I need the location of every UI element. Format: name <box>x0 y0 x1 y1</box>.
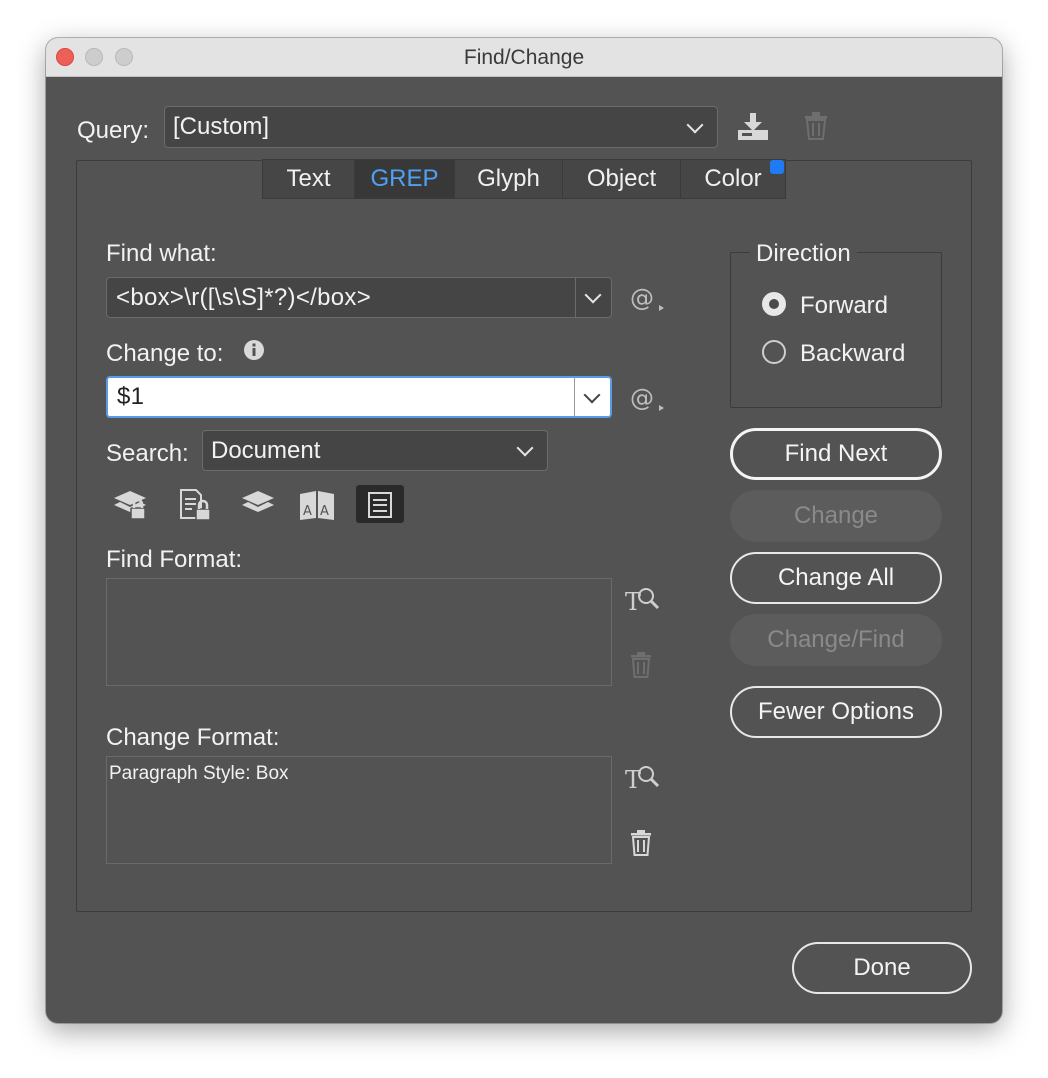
change-all-button[interactable]: Change All <box>730 552 942 604</box>
change-format-content: Paragraph Style: Box <box>109 763 289 784</box>
tab-grep[interactable]: GREP <box>354 159 455 199</box>
change-to-field[interactable]: $1 <box>106 376 612 418</box>
special-characters-icon[interactable]: @ <box>630 384 666 414</box>
direction-backward-radio[interactable] <box>762 340 786 364</box>
include-locked-stories-icon[interactable] <box>178 488 214 522</box>
divider <box>575 278 576 317</box>
change-format-label: Change Format: <box>106 724 280 751</box>
info-icon[interactable] <box>243 339 265 361</box>
svg-text:A: A <box>320 504 329 519</box>
fewer-options-button[interactable]: Fewer Options <box>730 686 942 738</box>
done-button[interactable]: Done <box>792 942 972 994</box>
direction-label: Direction <box>750 240 857 268</box>
include-footnotes-icon <box>368 492 392 518</box>
change-format-box[interactable]: Paragraph Style: Box <box>106 756 612 864</box>
change-button[interactable]: Change <box>730 490 942 542</box>
notification-badge <box>770 160 784 174</box>
tab-object[interactable]: Object <box>562 159 681 199</box>
change-find-button[interactable]: Change/Find <box>730 614 942 666</box>
tab-color-label: Color <box>704 165 762 192</box>
find-format-label: Find Format: <box>106 546 243 573</box>
tab-text-label: Text <box>286 165 331 192</box>
chevron-down-icon <box>686 116 704 134</box>
svg-text:A: A <box>303 504 312 519</box>
find-change-dialog: Find/Change Query: [Custom] Text GREP Gl… <box>46 38 1002 1023</box>
svg-text:@: @ <box>630 284 654 312</box>
tab-grep-label: GREP <box>370 165 439 192</box>
tab-glyph[interactable]: Glyph <box>454 159 563 199</box>
query-value: [Custom] <box>173 113 270 140</box>
tab-bar: Text GREP Glyph Object Color <box>262 159 786 201</box>
save-query-icon[interactable] <box>736 112 770 142</box>
change-to-label: Change to: <box>106 340 224 367</box>
search-label: Search: <box>106 440 189 467</box>
direction-forward-label[interactable]: Forward <box>800 292 888 320</box>
specify-find-format-icon[interactable]: T <box>624 584 660 616</box>
chevron-down-icon[interactable] <box>584 286 602 304</box>
include-footnotes-toggle[interactable] <box>356 485 404 523</box>
find-format-box[interactable] <box>106 578 612 686</box>
svg-text:@: @ <box>630 384 654 412</box>
clear-find-format-icon[interactable] <box>630 652 652 678</box>
chevron-down-icon[interactable] <box>583 386 601 404</box>
specify-change-format-icon[interactable]: T <box>624 762 660 794</box>
delete-query-icon[interactable] <box>804 112 828 140</box>
tab-object-label: Object <box>586 165 657 192</box>
include-locked-layers-icon[interactable] <box>112 488 152 522</box>
direction-forward-radio[interactable] <box>762 292 786 316</box>
change-to-value: $1 <box>117 383 145 410</box>
tab-text[interactable]: Text <box>262 159 355 199</box>
window-title: Find/Change <box>463 46 585 69</box>
clear-change-format-icon[interactable] <box>630 830 652 856</box>
divider <box>574 378 575 416</box>
chevron-down-icon <box>516 439 534 457</box>
tab-glyph-label: Glyph <box>477 165 540 192</box>
tab-color[interactable]: Color <box>680 159 786 199</box>
title-bar: Find/Change <box>46 38 1002 77</box>
query-label: Query: <box>77 117 150 144</box>
direction-group <box>730 252 942 408</box>
find-what-value: <box>\r([\s\S]*?)</box> <box>116 283 372 311</box>
include-master-pages-icon[interactable]: A A <box>298 488 336 522</box>
search-scope-select[interactable]: Document <box>202 430 548 471</box>
find-what-field[interactable]: <box>\r([\s\S]*?)</box> <box>106 277 612 318</box>
find-what-label: Find what: <box>106 240 217 267</box>
direction-backward-label[interactable]: Backward <box>800 340 905 368</box>
svg-text:T: T <box>625 766 641 794</box>
special-characters-icon[interactable]: @ <box>630 284 666 314</box>
query-select[interactable]: [Custom] <box>164 106 718 148</box>
include-hidden-layers-icon[interactable] <box>240 488 276 518</box>
svg-text:T: T <box>625 588 641 616</box>
find-next-button[interactable]: Find Next <box>730 428 942 480</box>
search-scope-value: Document <box>211 436 321 464</box>
